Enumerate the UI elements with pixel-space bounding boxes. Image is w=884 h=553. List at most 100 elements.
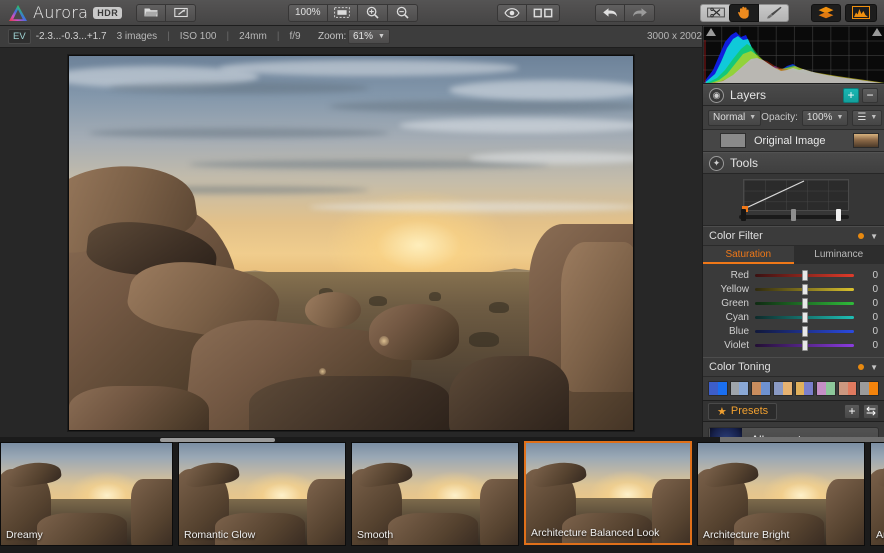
- presets-filmstrip[interactable]: Dreamy Romantic Glow Smooth: [0, 437, 884, 553]
- slider-handle[interactable]: [802, 312, 808, 323]
- preset-thumb-smooth[interactable]: Smooth: [351, 442, 519, 546]
- histogram-icon: [852, 6, 870, 19]
- slider-label: Green: [709, 298, 749, 309]
- zoom-out-button[interactable]: [388, 4, 418, 22]
- toning-swatch[interactable]: [708, 381, 728, 396]
- toning-swatch[interactable]: [773, 381, 793, 396]
- image-canvas[interactable]: [0, 48, 702, 437]
- presets-bar: ★ Presets + ⇆: [703, 400, 884, 422]
- chevron-down-icon[interactable]: ▼: [870, 232, 878, 241]
- add-layer-button[interactable]: +: [843, 88, 859, 103]
- slider-value: 0: [860, 340, 878, 351]
- brush-tool-button[interactable]: [759, 4, 789, 22]
- side-by-side-button[interactable]: [527, 4, 560, 22]
- tone-curve-widget[interactable]: [703, 174, 884, 226]
- chevron-down-icon: ▼: [870, 114, 877, 121]
- tone-curve-plot[interactable]: [743, 179, 849, 211]
- slider-handle[interactable]: [802, 326, 808, 337]
- ev-badge: EV: [8, 29, 31, 44]
- refresh-presets-button[interactable]: ⇆: [863, 404, 879, 419]
- chevron-down-icon: ▼: [749, 114, 756, 121]
- color-filter-tabs: Saturation Luminance: [703, 246, 884, 264]
- toning-swatch[interactable]: [859, 381, 879, 396]
- export-button[interactable]: [166, 4, 196, 22]
- preset-thumb-dreamy[interactable]: Dreamy: [0, 442, 173, 546]
- redo-button[interactable]: [625, 4, 655, 22]
- info-separator-2: |: [226, 31, 229, 42]
- iso-value: ISO 100: [180, 31, 217, 42]
- slider-track[interactable]: [755, 274, 854, 277]
- undo-button[interactable]: [595, 4, 625, 22]
- side-by-side-compare-icon: [533, 8, 553, 18]
- remove-layer-button[interactable]: −: [862, 88, 878, 103]
- slider-handle[interactable]: [802, 270, 808, 281]
- foreground-rock: [369, 304, 459, 360]
- toning-swatch[interactable]: [816, 381, 836, 396]
- preset-thumb-romantic-glow[interactable]: Romantic Glow: [178, 442, 346, 546]
- preset-label: Dreamy: [6, 529, 43, 541]
- slider-track[interactable]: [755, 330, 854, 333]
- zoom-100-button[interactable]: 100%: [288, 4, 328, 22]
- slider-handle[interactable]: [802, 298, 808, 309]
- opacity-select[interactable]: 100% ▼: [802, 110, 849, 126]
- preview-toggle-button[interactable]: [497, 4, 527, 22]
- histogram-display[interactable]: [703, 26, 884, 84]
- chevron-down-icon[interactable]: ▼: [870, 363, 878, 372]
- zoom-level-select[interactable]: 61% ▼: [348, 29, 390, 44]
- slider-label: Violet: [709, 340, 749, 351]
- slider-yellow: Yellow 0: [709, 282, 878, 296]
- preset-thumb-architecture-balanced-look[interactable]: Architecture Balanced Look: [524, 441, 692, 545]
- levels-track[interactable]: [739, 215, 849, 219]
- blend-mode-select[interactable]: Normal ▼: [708, 110, 761, 126]
- color-filter-header[interactable]: Color Filter ▼: [703, 226, 884, 246]
- layer-menu-button[interactable]: ☰ ▼: [852, 110, 882, 126]
- slider-track[interactable]: [755, 302, 854, 305]
- export-share-icon: [174, 7, 188, 18]
- preset-collection-select[interactable]: ∞ All presets ▼: [708, 427, 879, 437]
- layer-blend-row: Normal ▼ Opacity: 100% ▼ ☰ ▼: [703, 106, 884, 130]
- black-point-handle[interactable]: [741, 209, 746, 221]
- tab-saturation[interactable]: Saturation: [703, 246, 794, 264]
- opacity-value: 100%: [807, 112, 833, 123]
- zoom-out-icon: [396, 6, 409, 19]
- slider-track[interactable]: [755, 316, 854, 319]
- midtone-handle[interactable]: [791, 209, 796, 221]
- slider-track[interactable]: [755, 344, 854, 347]
- preset-label: Smooth: [357, 529, 393, 541]
- layer-item-original-image[interactable]: Original Image: [703, 130, 884, 152]
- opacity-label: Opacity:: [761, 112, 798, 123]
- cloud: [399, 118, 634, 133]
- preset-thumb-architect[interactable]: Architect: [870, 442, 884, 546]
- preset-label: Architecture Balanced Look: [531, 527, 659, 539]
- add-preset-button[interactable]: +: [844, 404, 860, 419]
- aurora-triangle-logo: [8, 4, 28, 22]
- shadow-clipping-icon[interactable]: [706, 28, 716, 36]
- slider-track[interactable]: [755, 288, 854, 291]
- highlight-clipping-icon[interactable]: [872, 28, 882, 36]
- preset-thumb-architecture-bright[interactable]: Architecture Bright: [697, 442, 865, 546]
- toning-swatch[interactable]: [751, 381, 771, 396]
- zoom-in-button[interactable]: [358, 4, 388, 22]
- info-separator-3: |: [277, 31, 280, 42]
- history-group: [595, 4, 655, 22]
- toning-swatch[interactable]: [795, 381, 815, 396]
- open-button[interactable]: [136, 4, 166, 22]
- fit-to-screen-button[interactable]: [328, 4, 358, 22]
- slider-handle[interactable]: [802, 340, 808, 351]
- white-point-handle[interactable]: [836, 209, 841, 221]
- hand-tool-button[interactable]: [729, 4, 759, 22]
- crop-button[interactable]: [700, 4, 732, 22]
- slider-handle[interactable]: [802, 284, 808, 295]
- histogram-button[interactable]: [845, 4, 877, 22]
- foreground-rock: [69, 386, 209, 431]
- edited-photo[interactable]: [68, 55, 634, 431]
- toning-swatch[interactable]: [838, 381, 858, 396]
- app-logo: Aurora HDR: [0, 3, 130, 22]
- tab-luminance[interactable]: Luminance: [794, 246, 884, 264]
- info-separator-1: |: [167, 31, 170, 42]
- presets-button[interactable]: ★ Presets: [708, 403, 777, 420]
- toning-swatch[interactable]: [730, 381, 750, 396]
- layers-panel-button[interactable]: [811, 4, 841, 22]
- color-toning-header[interactable]: Color Toning ▼: [703, 357, 884, 377]
- cloud: [109, 82, 369, 94]
